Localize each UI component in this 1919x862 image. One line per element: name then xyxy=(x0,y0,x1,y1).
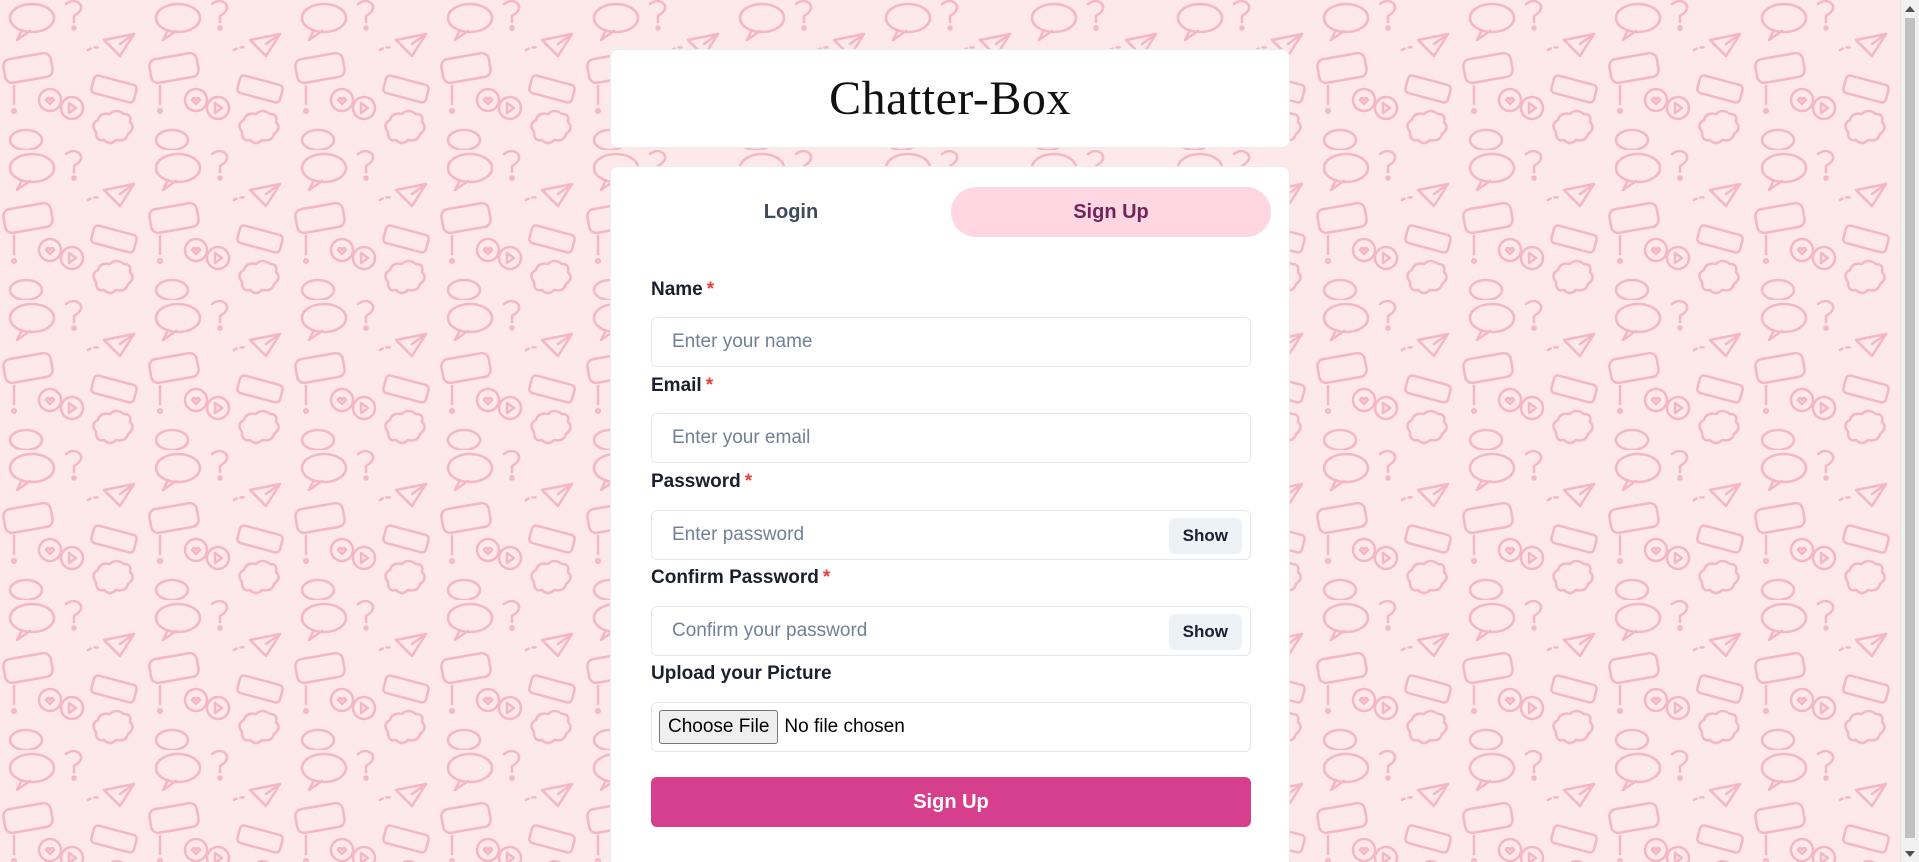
name-label-text: Name xyxy=(651,279,703,300)
confirm-password-label-text: Confirm Password xyxy=(651,567,819,588)
tab-login[interactable]: Login xyxy=(631,187,951,237)
auth-card: Login Sign Up Name* Email* Password* Sho… xyxy=(610,166,1290,862)
confirm-password-input[interactable] xyxy=(652,607,1250,655)
email-input-wrapper xyxy=(651,413,1251,463)
scroll-down-arrow-icon[interactable] xyxy=(1901,845,1919,862)
password-label-text: Password xyxy=(651,471,741,492)
sign-up-button[interactable]: Sign Up xyxy=(651,777,1251,827)
choose-file-button[interactable]: Choose File xyxy=(659,710,779,744)
auth-tabs: Login Sign Up xyxy=(631,187,1271,237)
name-label: Name * xyxy=(651,279,714,301)
required-asterisk: * xyxy=(822,567,831,588)
name-input[interactable] xyxy=(652,318,1250,366)
confirm-password-label: Confirm Password * xyxy=(651,567,830,589)
confirm-password-input-wrapper: Show xyxy=(651,606,1251,656)
password-input-wrapper: Show xyxy=(651,510,1251,560)
file-status-text: No file chosen xyxy=(784,716,905,737)
scroll-up-arrow-icon[interactable] xyxy=(1901,0,1919,17)
password-input[interactable] xyxy=(652,511,1250,559)
page-scrollbar[interactable] xyxy=(1900,0,1919,862)
show-password-button[interactable]: Show xyxy=(1168,518,1242,554)
picture-upload-field: Choose File No file chosen xyxy=(651,702,1251,752)
required-asterisk: * xyxy=(705,375,714,396)
tab-sign-up[interactable]: Sign Up xyxy=(951,187,1271,237)
email-label: Email * xyxy=(651,375,713,397)
app-title: Chatter-Box xyxy=(829,72,1071,125)
app-header: Chatter-Box xyxy=(610,49,1290,148)
password-label: Password * xyxy=(651,471,752,493)
name-input-wrapper xyxy=(651,317,1251,367)
picture-label: Upload your Picture xyxy=(651,663,832,684)
show-confirm-password-button[interactable]: Show xyxy=(1168,614,1242,650)
email-input[interactable] xyxy=(652,414,1250,462)
required-asterisk: * xyxy=(706,279,715,300)
email-label-text: Email xyxy=(651,375,702,396)
scrollbar-thumb[interactable] xyxy=(1905,18,1915,838)
required-asterisk: * xyxy=(744,471,753,492)
